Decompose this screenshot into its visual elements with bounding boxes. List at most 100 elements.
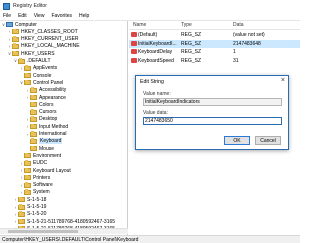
tree-item[interactable]: › Keyboard Layout: [19, 167, 71, 174]
cancel-button[interactable]: Cancel: [255, 136, 281, 145]
tree-item-label: Accessibility: [39, 87, 67, 94]
folder-icon: [30, 145, 37, 152]
tree-item-label: Desktop: [39, 116, 58, 123]
tree-item-label: International: [39, 131, 67, 137]
tree-item-label: HKEY_CLASSES_ROOT: [21, 28, 78, 35]
registry-value-row[interactable]: KeyboardSpeed REG_SZ 31: [129, 57, 300, 65]
folder-icon: [24, 79, 31, 86]
value-name-text: KeyboardDelay: [138, 49, 173, 56]
column-header-type[interactable]: Type: [181, 22, 192, 28]
string-value-icon: [131, 49, 137, 55]
tree-item[interactable]: Environment: [19, 152, 61, 159]
tree-item[interactable]: Console: [19, 72, 51, 79]
tree-item[interactable]: ∨ Computer: [1, 21, 37, 28]
folder-icon: [30, 101, 37, 108]
tree-item[interactable]: Colors: [25, 101, 53, 108]
tree-item-label: Computer: [15, 21, 37, 28]
value-name-label: Value name:: [143, 91, 171, 97]
folder-icon: [24, 160, 31, 166]
tree-item-label: Input Method: [39, 123, 69, 130]
edit-string-dialog: Edit String × Value name: InitialKeyboar…: [135, 75, 289, 150]
value-data-cell: 1: [233, 49, 236, 56]
close-icon[interactable]: ×: [281, 77, 285, 84]
folder-icon: [24, 182, 31, 188]
tree-item-label: S-1-5-19: [27, 204, 47, 210]
string-value-icon: [131, 32, 137, 38]
menu-edit[interactable]: Edit: [18, 13, 27, 19]
registry-value-row[interactable]: InitialKeyboardI... REG_SZ 2147483648: [129, 39, 300, 48]
tree-item[interactable]: › S-1-5-20: [13, 211, 46, 218]
tree-item-label: S-1-5-18: [27, 196, 47, 203]
scrollbar-thumb[interactable]: [8, 230, 78, 233]
tree-item[interactable]: › S-1-5-18: [13, 196, 46, 203]
tree-item[interactable]: › Appearance: [25, 94, 66, 101]
value-type-cell: REG_SZ: [181, 49, 202, 56]
folder-icon: [24, 152, 31, 159]
tree-item[interactable]: Keyboard: [25, 138, 63, 145]
list-header: Name Type Data: [129, 21, 300, 30]
folder-icon: [30, 94, 37, 100]
registry-editor-icon: [3, 2, 10, 10]
computer-icon: [6, 22, 13, 27]
window-title: Registry Editor: [13, 3, 48, 9]
title-bar: Registry Editor: [0, 0, 300, 12]
tree-item[interactable]: › S-1-5-19: [13, 204, 46, 211]
tree-item[interactable]: ∨ HKEY_USERS: [7, 50, 55, 57]
value-name-cell: KeyboardSpeed: [131, 58, 174, 64]
tree-item[interactable]: Mouse: [25, 145, 54, 152]
value-name-text: (Default): [138, 32, 158, 38]
value-data-label: Value data:: [143, 110, 168, 116]
tree-item[interactable]: › International: [25, 131, 67, 138]
tree-item[interactable]: › AppEvents: [19, 65, 57, 72]
registry-value-row[interactable]: KeyboardDelay REG_SZ 1: [129, 48, 300, 56]
column-header-data[interactable]: Data: [233, 22, 244, 28]
value-data-cell: 2147483648: [233, 40, 261, 47]
value-name-cell: InitialKeyboardI...: [131, 41, 177, 47]
folder-icon: [30, 138, 37, 144]
value-type-cell: REG_SZ: [181, 32, 202, 38]
tree-item-label: HKEY_USERS: [21, 50, 55, 57]
tree-horizontal-scrollbar[interactable]: [0, 228, 128, 234]
tree-item-label: Cursors: [39, 109, 57, 116]
tree-item[interactable]: › Printers: [19, 174, 50, 181]
tree-item-label: Control Panel: [33, 79, 64, 86]
menu-view[interactable]: View: [34, 13, 45, 19]
tree-item-label: Appearance: [39, 94, 66, 101]
tree-item[interactable]: › HKEY_CLASSES_ROOT: [7, 28, 78, 35]
folder-icon: [18, 196, 25, 203]
column-header-name[interactable]: Name: [133, 22, 146, 28]
tree-item[interactable]: ∨ Control Panel: [19, 79, 63, 86]
tree-item-label: Keyboard: [39, 138, 63, 145]
tree-item-label: HKEY_CURRENT_USER: [21, 36, 79, 43]
tree-item[interactable]: › Software: [19, 182, 53, 189]
tree-item-label: Colors: [39, 101, 54, 108]
menu-help[interactable]: Help: [79, 13, 89, 19]
registry-value-row[interactable]: (Default) REG_SZ (value not set): [129, 31, 300, 39]
tree-item[interactable]: ›S-1-5-21-511789768-4180592467-3165: [13, 218, 115, 225]
folder-icon: [24, 189, 31, 195]
tree-item-label: Mouse: [39, 145, 55, 152]
folder-icon: [18, 58, 25, 64]
ok-button[interactable]: OK: [224, 136, 250, 145]
menu-favorites[interactable]: Favorites: [51, 13, 72, 19]
tree-item[interactable]: › Input Method: [25, 123, 68, 130]
value-data-field[interactable]: 2147483650: [143, 117, 282, 125]
tree-item[interactable]: › Desktop: [25, 116, 57, 123]
folder-icon: [30, 109, 37, 115]
tree-item[interactable]: › Accessibility: [25, 87, 66, 94]
folder-icon: [24, 72, 31, 79]
tree-item[interactable]: ∨ .DEFAULT: [13, 58, 51, 65]
registry-tree[interactable]: ∨ Computer › HKEY_CLASSES_ROOT › HKEY_CURRENT…: [0, 21, 128, 235]
tree-item[interactable]: › System: [19, 189, 50, 196]
tree-item[interactable]: › HKEY_CURRENT_USER: [7, 36, 79, 43]
tree-item[interactable]: Cursors: [25, 109, 57, 116]
tree-item-label: Keyboard Layout: [33, 167, 71, 174]
string-value-icon: [131, 57, 137, 63]
tree-item-label: S-1-5-21-511789768-4180592467-3165: [27, 218, 116, 225]
folder-icon: [18, 211, 25, 217]
tree-item[interactable]: › EUDC: [19, 160, 47, 167]
folder-icon: [24, 65, 31, 71]
menu-file[interactable]: File: [3, 13, 11, 19]
value-name-cell: (Default): [131, 32, 157, 38]
tree-item[interactable]: › HKEY_LOCAL_MACHINE: [7, 43, 80, 50]
